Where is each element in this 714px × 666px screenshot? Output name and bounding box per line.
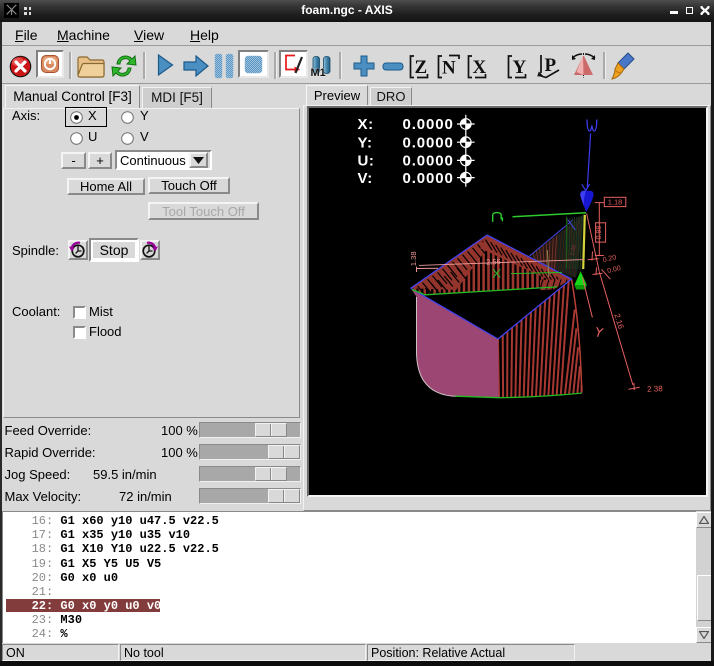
svg-text:0.0000: 0.0000 <box>403 170 454 187</box>
svg-text:M1: M1 <box>311 67 326 79</box>
svg-text:1.38: 1.38 <box>409 251 418 266</box>
svg-text:X:: X: <box>358 116 374 133</box>
svg-text:Y:: Y: <box>358 134 373 151</box>
svg-text:P: P <box>545 55 557 76</box>
svg-text:0.0000: 0.0000 <box>403 134 454 151</box>
svg-text:Z: Z <box>415 57 428 78</box>
svg-text:X: X <box>473 57 487 78</box>
svg-text:V:: V: <box>358 170 373 187</box>
svg-text:0.20: 0.20 <box>602 254 617 264</box>
svg-text:0.0000: 0.0000 <box>403 116 454 133</box>
svg-text:2 38: 2 38 <box>647 384 664 394</box>
svg-text:Y: Y <box>513 57 527 78</box>
svg-text:1.18: 1.18 <box>608 198 623 207</box>
svg-text:U:: U: <box>358 153 375 170</box>
svg-text:0.98: 0.98 <box>596 226 603 240</box>
svg-text:0.00: 0.00 <box>607 265 622 275</box>
svg-text:0.0000: 0.0000 <box>403 153 454 170</box>
svg-text:N: N <box>442 58 456 79</box>
svg-text:2.56: 2.56 <box>486 257 501 267</box>
svg-text:2.16: 2.16 <box>612 313 625 331</box>
